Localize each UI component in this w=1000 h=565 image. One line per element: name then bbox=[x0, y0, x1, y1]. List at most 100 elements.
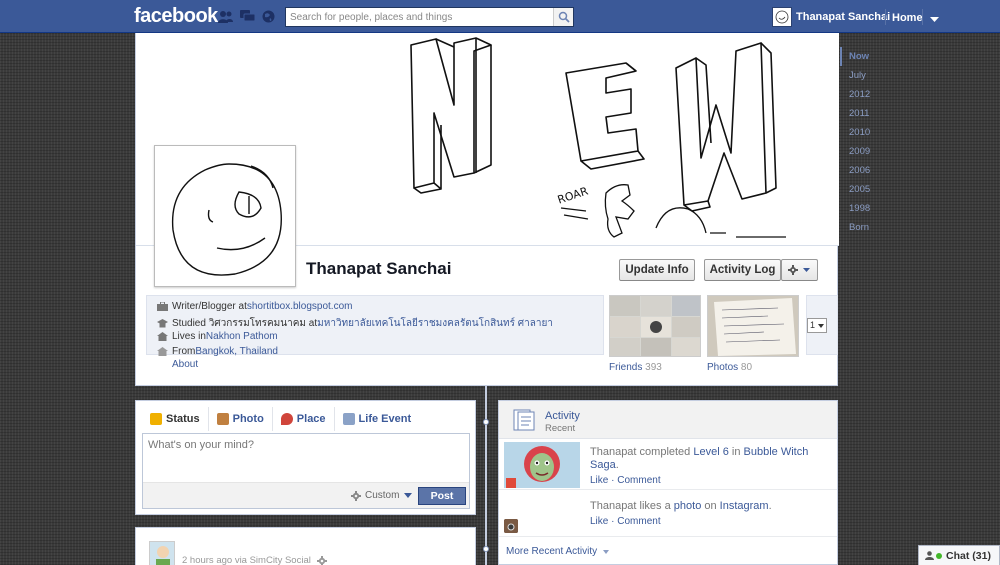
school-link[interactable]: มหาวิทยาลัยเทคโนโลยีราชมงคลรัตนโกสินทร์ … bbox=[317, 316, 553, 331]
scrubber-year-2011[interactable]: 2011 bbox=[840, 104, 876, 123]
nav-avatar bbox=[772, 7, 792, 27]
from-link[interactable]: Bangkok, Thailand bbox=[195, 346, 278, 357]
profile-drawing bbox=[171, 163, 282, 276]
activity-item: Thanapat completed Level 6 in Bubble Wit… bbox=[499, 440, 837, 490]
timeline-dot bbox=[483, 546, 489, 552]
about-link[interactable]: About bbox=[172, 359, 198, 370]
home-icon bbox=[157, 332, 168, 341]
friend-requests-icon[interactable] bbox=[218, 10, 233, 23]
place-icon bbox=[280, 413, 293, 425]
story-meta: 2 hours ago via SimCity Social bbox=[182, 555, 327, 565]
photos-label[interactable]: Photos 80 bbox=[707, 362, 752, 373]
photo-icon bbox=[216, 413, 229, 425]
privacy-selector[interactable]: Custom bbox=[351, 490, 413, 501]
more-recent-activity-link[interactable]: More Recent Activity bbox=[506, 546, 609, 557]
scrubber-year-2005[interactable]: 2005 bbox=[840, 180, 876, 199]
pin-icon bbox=[157, 347, 168, 356]
year-scrubber: Now July 2012 2011 2010 2009 2006 2005 1998 Born bbox=[840, 47, 876, 237]
search-button[interactable] bbox=[553, 8, 573, 26]
tab-status[interactable]: Status bbox=[142, 407, 208, 431]
tab-life-event[interactable]: Life Event bbox=[335, 407, 420, 431]
status-icon bbox=[150, 413, 162, 425]
notifications-globe-icon[interactable] bbox=[262, 10, 276, 23]
account-menu-icon[interactable] bbox=[930, 14, 939, 26]
simcity-avatar[interactable] bbox=[149, 541, 175, 565]
more-sections-select[interactable]: 1 bbox=[807, 318, 827, 333]
scrubber-year-july[interactable]: July bbox=[840, 66, 876, 85]
composer-body: Custom Post bbox=[142, 433, 470, 509]
gear-icon[interactable] bbox=[316, 555, 327, 565]
nav-user-name: Thanapat Sanchai bbox=[796, 11, 891, 23]
graduation-icon bbox=[157, 319, 168, 328]
friends-label[interactable]: Friends 393 bbox=[609, 362, 662, 373]
photos-thumbnail[interactable] bbox=[707, 295, 799, 357]
composer-tabs: Status Photo Place Life Event bbox=[142, 407, 419, 431]
scrubber-year-2012[interactable]: 2012 bbox=[840, 85, 876, 104]
tab-photo[interactable]: Photo bbox=[209, 407, 272, 431]
top-bar: facebook Thanapat Sanchai Home bbox=[0, 0, 1000, 33]
timeline-story: 2 hours ago via SimCity Social bbox=[135, 527, 476, 565]
friends-thumbnail[interactable] bbox=[609, 295, 701, 357]
activity-actions: Like · Comment bbox=[590, 475, 661, 486]
actor-link[interactable]: Thanapat bbox=[590, 500, 636, 512]
activity-title[interactable]: Activity bbox=[545, 410, 580, 422]
home-link[interactable]: Home bbox=[892, 12, 923, 24]
life-event-icon bbox=[342, 413, 355, 425]
scrubber-year-2010[interactable]: 2010 bbox=[840, 123, 876, 142]
search-input[interactable] bbox=[286, 8, 551, 26]
level-link[interactable]: Level 6 bbox=[693, 446, 728, 458]
tab-place[interactable]: Place bbox=[273, 407, 334, 431]
status-input[interactable] bbox=[143, 434, 469, 481]
work-link[interactable]: shortitbox.blogspot.com bbox=[247, 301, 353, 312]
scrubber-year-born[interactable]: Born bbox=[840, 218, 876, 237]
instagram-link[interactable]: Instagram bbox=[720, 500, 769, 512]
activity-item: Thanapat likes a photo on Instagram. Lik… bbox=[499, 491, 837, 537]
activity-subtitle: Recent bbox=[545, 423, 576, 434]
nav-profile-link[interactable]: Thanapat Sanchai bbox=[772, 6, 890, 28]
bubble-witch-image[interactable] bbox=[504, 442, 580, 488]
update-info-button[interactable]: Update Info bbox=[619, 259, 695, 281]
info-work: Writer/Blogger at shortitbox.blogspot.co… bbox=[157, 301, 352, 312]
search-icon bbox=[558, 11, 570, 23]
post-button[interactable]: Post bbox=[418, 487, 466, 505]
chevron-down-icon bbox=[818, 324, 824, 328]
notebook-photo bbox=[708, 296, 798, 356]
profile-picture[interactable] bbox=[154, 145, 296, 287]
nav-divider bbox=[885, 9, 886, 25]
activity-text: Thanapat likes a photo on Instagram. bbox=[590, 500, 772, 512]
info-from: From Bangkok, Thailand bbox=[157, 346, 278, 357]
like-link[interactable]: Like bbox=[590, 516, 608, 527]
facebook-logo[interactable]: facebook bbox=[134, 5, 218, 28]
chevron-down-icon bbox=[802, 268, 810, 272]
comment-link[interactable]: Comment bbox=[617, 516, 660, 527]
scrubber-year-2009[interactable]: 2009 bbox=[840, 142, 876, 161]
scrubber-year-1998[interactable]: 1998 bbox=[840, 199, 876, 218]
nav-divider bbox=[922, 9, 923, 25]
activity-text: Thanapat completed Level 6 in Bubble Wit… bbox=[590, 446, 809, 471]
activity-actions: Like · Comment bbox=[590, 516, 661, 527]
activity-header: Activity Recent bbox=[499, 401, 837, 439]
more-sections-box: 1 bbox=[806, 295, 838, 355]
activity-icon bbox=[513, 409, 535, 431]
timeline-header: ROAR Thanapat Sanchai Update Info Activi… bbox=[135, 33, 839, 386]
search-box bbox=[285, 7, 574, 27]
online-status-icon bbox=[936, 552, 942, 559]
actor-link[interactable]: Thanapat bbox=[590, 446, 636, 458]
photo-link[interactable]: photo bbox=[674, 500, 702, 512]
messages-icon[interactable] bbox=[240, 10, 255, 23]
chevron-down-icon bbox=[602, 550, 609, 554]
activity-log-button[interactable]: Activity Log bbox=[704, 259, 781, 281]
like-link[interactable]: Like bbox=[590, 475, 608, 486]
lives-link[interactable]: Nakhon Pathom bbox=[206, 331, 278, 342]
comment-link[interactable]: Comment bbox=[617, 475, 660, 486]
settings-dropdown-button[interactable] bbox=[781, 259, 818, 281]
gear-icon bbox=[351, 490, 361, 501]
timeline-dot bbox=[483, 419, 489, 425]
recent-activity-box: Activity Recent Thanapat completed Level… bbox=[498, 400, 838, 565]
instagram-icon[interactable] bbox=[504, 519, 518, 533]
scrubber-year-now[interactable]: Now bbox=[840, 47, 876, 66]
timeline-spine bbox=[485, 386, 487, 565]
chat-tab[interactable]: Chat (31) bbox=[918, 545, 1000, 565]
profile-name[interactable]: Thanapat Sanchai bbox=[306, 259, 451, 279]
scrubber-year-2006[interactable]: 2006 bbox=[840, 161, 876, 180]
